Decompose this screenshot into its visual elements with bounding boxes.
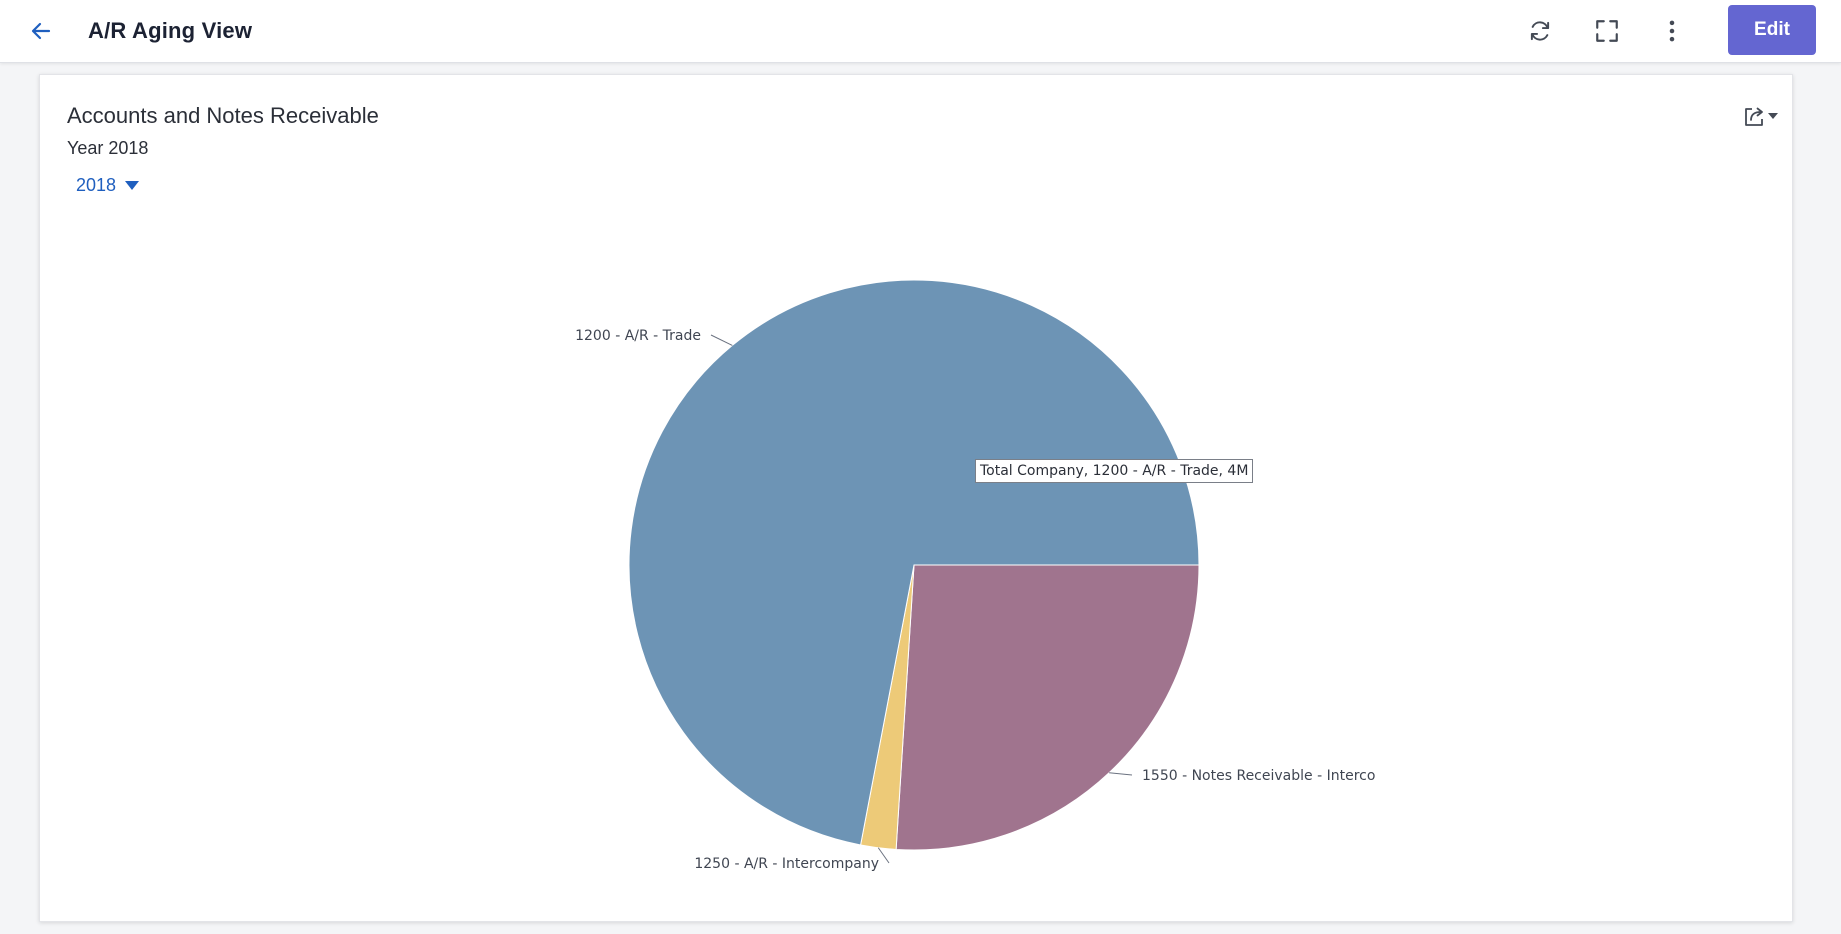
fullscreen-button[interactable] (1589, 13, 1625, 49)
refresh-button[interactable] (1522, 13, 1558, 49)
slice-label: 1200 - A/R - Trade (575, 328, 701, 344)
edit-button[interactable]: Edit (1728, 5, 1816, 55)
slice-label-connector (710, 334, 733, 346)
refresh-icon (1530, 21, 1550, 41)
pie-slice[interactable] (895, 564, 1200, 851)
export-icon (1745, 107, 1763, 126)
slice-label-connector (1109, 772, 1133, 776)
back-arrow-icon (31, 22, 51, 40)
slice-label: 1550 - Notes Receivable - Interco (1142, 768, 1375, 784)
top-bar: A/R Aging View Edit (0, 0, 1841, 63)
more-vertical-icon (1669, 20, 1675, 42)
pie-chart: 1550 - Notes Receivable - Interco 1250 - … (40, 75, 1792, 921)
more-options-button[interactable] (1654, 13, 1690, 49)
year-filter-dropdown[interactable]: 2018 (76, 175, 140, 196)
back-button[interactable] (24, 14, 58, 48)
export-caret-icon (1768, 113, 1778, 119)
chart-tooltip: Total Company, 1200 - A/R - Trade, 4M (975, 459, 1254, 483)
year-filter-value: 2018 (76, 175, 117, 195)
export-button[interactable] (1742, 103, 1782, 131)
fullscreen-icon (1596, 20, 1618, 42)
slice-label-connector (877, 847, 890, 864)
chart-card: 1550 - Notes Receivable - Interco 1250 - … (39, 74, 1793, 922)
card-subtitle: Year 2018 (67, 138, 149, 158)
page-title: A/R Aging View (88, 18, 253, 43)
caret-down-icon (125, 180, 140, 190)
slice-label: 1250 - A/R - Intercompany (694, 856, 879, 872)
card-title: Accounts and Notes Receivable (67, 103, 379, 128)
